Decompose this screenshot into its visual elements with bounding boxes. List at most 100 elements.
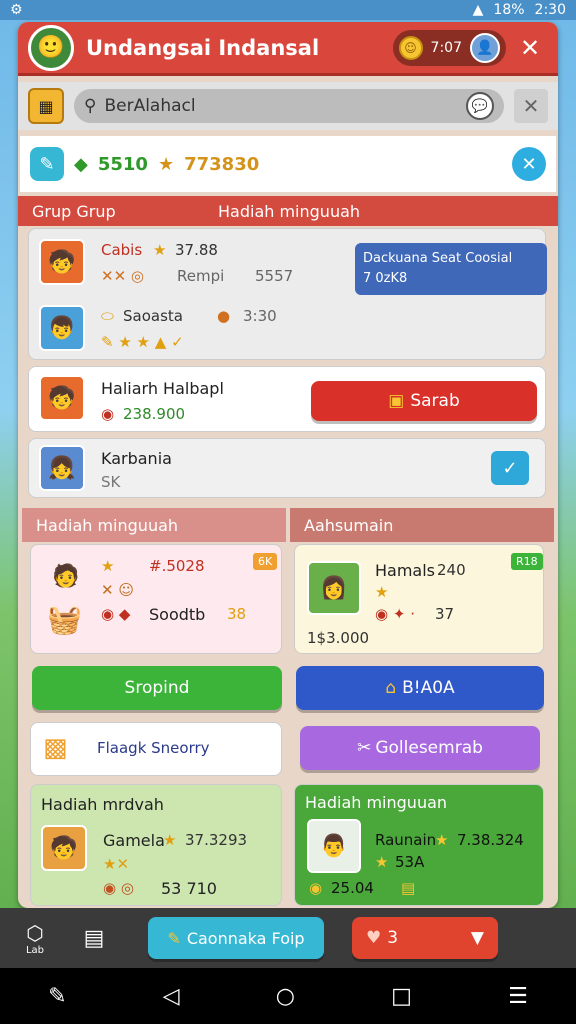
bottom-bar: ⬡ Lab ▤ ✎ Caonnaka Foip ♥ 3 ▼	[0, 908, 576, 968]
right-score: 37	[435, 605, 455, 623]
page-title: Undangsai Indansal	[86, 35, 320, 60]
player-portrait-icon: 👧	[39, 445, 85, 491]
key-icon[interactable]: ✎	[30, 147, 64, 181]
right-name: Hamals	[375, 561, 436, 580]
link-card-left[interactable]: ▩ Flaagk Sneorry	[30, 722, 282, 776]
clipboard-icon[interactable]: ▤	[70, 926, 118, 951]
gold-currency: 773830	[184, 153, 260, 175]
star-icon: ★	[157, 153, 175, 175]
timer-pill[interactable]: ☺ 7:07 👤	[392, 29, 506, 66]
contact-button-label: Caonnaka Foip	[186, 928, 305, 948]
scroll-icon: ▤	[401, 879, 416, 897]
search-button[interactable]: ▣ Sarab	[311, 381, 537, 421]
star-icon: ★	[375, 853, 389, 871]
hearts-button[interactable]: ♥ 3 ▼	[352, 917, 498, 959]
pill-icon: ⬭	[101, 307, 114, 325]
recents-icon[interactable]: □	[391, 984, 412, 1009]
item-icons: ◉ ◆	[101, 605, 131, 623]
member2-name: Saoasta	[123, 307, 183, 325]
home-icon[interactable]: ○	[276, 984, 295, 1009]
weekly-reward-card: 🧑 🧺 ★ #.5028 ✕ ☺ ◉ ◆ Soodtb 38 6K	[30, 544, 282, 654]
coin-stack-icon: ◉	[309, 879, 323, 897]
house-icon: ⌂	[385, 678, 397, 698]
bottom-left-name: Gamela	[103, 831, 165, 850]
collect-button[interactable]: ✂ Gollesemrab	[300, 726, 540, 770]
bottom-left-header: Hadiah mrdvah	[41, 795, 164, 814]
bottom-left-num: 37.3293	[185, 831, 248, 849]
left-reward-num: 38	[227, 605, 247, 623]
star-icon: ★	[435, 831, 449, 849]
player-portrait-icon: 👨	[307, 819, 361, 873]
settings-gear-icon: ⚙	[10, 2, 23, 18]
map-icon: ▩	[43, 733, 68, 763]
left-reward-value: #.5028	[149, 557, 205, 575]
title-bar: 🙂 Undangsai Indansal ☺ 7:07 👤 ✕	[18, 22, 558, 76]
currency-close-button[interactable]: ✕	[512, 147, 546, 181]
star-icon: ★✕	[103, 855, 130, 873]
member-sub: Rempi	[177, 267, 225, 285]
green-currency: 5510	[97, 153, 148, 175]
select-checkbox[interactable]: ✓	[491, 451, 529, 485]
shop-icon[interactable]: ▦	[28, 88, 64, 124]
search-value: BerAlahacl	[104, 96, 196, 116]
member2-time: 3:30	[243, 307, 277, 325]
menu-icon[interactable]: ☰	[508, 984, 528, 1009]
clear-search-button[interactable]: ✕	[514, 89, 548, 123]
status-bar: ⚙ ▲ 18% 2:30	[0, 0, 576, 20]
star-icon: ★	[163, 831, 177, 849]
search-input[interactable]: ⚲ BerAlahacl 💬	[74, 89, 504, 123]
nav-tab-lab[interactable]: ⬡ Lab	[0, 921, 70, 956]
member-name: Cabis	[101, 241, 143, 259]
link-left-label: Flaagk Sneorry	[97, 739, 210, 757]
pot-icon: ●	[217, 307, 231, 325]
left-badge: 6K	[253, 553, 278, 570]
info-box[interactable]: Dackuana Seat Coosial 7 0zK8	[355, 243, 547, 295]
member-card: 👧 Karbania SK ✓	[28, 438, 546, 498]
contact-button[interactable]: ✎ Caonnaka Foip	[148, 917, 324, 959]
bottom-right-card: Hadiah minguuan 👨 Raunain ★ 7.38.324 ★ 5…	[294, 784, 544, 906]
bottom-left-card: Hadiah mrdvah 🧒 Gamela ★ 37.3293 ★✕ ◉ ◎ …	[30, 784, 282, 906]
bottom-right-name: Raunain	[375, 831, 437, 849]
bottom-right-amount: 25.04	[331, 879, 374, 897]
nav-tab-label: Lab	[25, 944, 45, 956]
achievement-card: 👩 Hamals 240 ★ ◉ ✦ · 37 1$3.000 R18	[294, 544, 544, 654]
close-button[interactable]: ✕	[512, 34, 548, 62]
right-column-header: Aahsumain	[290, 508, 554, 542]
main-panel: 🙂 Undangsai Indansal ☺ 7:07 👤 ✕ ▦ ⚲ BerA…	[18, 22, 558, 908]
collect-button-label: Gollesemrab	[375, 738, 483, 758]
bottom-right-sub: 53A	[395, 853, 425, 871]
reward-icons: ✎ ★ ★ ▲ ✓	[101, 333, 184, 351]
star-icon: ★	[101, 557, 115, 575]
right-price: 1$3.000	[307, 629, 370, 647]
back-icon[interactable]: ◁	[163, 984, 180, 1009]
hearts-count: 3	[387, 928, 399, 948]
pencil-icon: ✎	[167, 928, 181, 948]
left-reward-label: Soodtb	[149, 605, 206, 624]
green-action-button[interactable]: Sropind	[32, 666, 282, 710]
tab-group[interactable]: Grup Grup	[32, 202, 218, 221]
player-avatar[interactable]: 🙂	[28, 24, 74, 71]
member3-sub: SK	[101, 473, 121, 491]
star-icon: ★	[375, 583, 389, 601]
bottom-right-num: 7.38.324	[457, 831, 524, 849]
member-value: 37.88	[175, 241, 218, 259]
tab-weekly-reward[interactable]: Hadiah minguuah	[218, 202, 360, 221]
player-portrait-icon: 🧒	[39, 375, 85, 421]
signal-icon: ▲	[472, 2, 484, 18]
star-icon: ★	[153, 241, 167, 259]
friend-avatar-icon: 👤	[470, 32, 500, 63]
bolt-icon: ⬡	[26, 920, 44, 945]
player-face-icon: 🙂	[37, 35, 65, 60]
reward-amount: 238.900	[123, 405, 186, 423]
player-portrait-icon: 👩	[307, 561, 361, 615]
item-icons: ✕✕ ◎	[101, 267, 144, 285]
chat-bubble-icon[interactable]: 💬	[466, 92, 494, 120]
app-logo-icon[interactable]: ✎	[48, 984, 66, 1009]
blue-action-button[interactable]: ⌂ B!A0A	[296, 666, 544, 710]
system-nav-bar: ✎ ◁ ○ □ ☰	[0, 968, 576, 1024]
coin-face-icon: ☺	[398, 35, 423, 60]
search-button-label: Sarab	[410, 391, 460, 411]
blue-button-label: B!A0A	[402, 678, 455, 698]
info-sub: 7 0zK8	[363, 271, 408, 286]
player-portrait-icon: 🧒	[39, 239, 85, 285]
